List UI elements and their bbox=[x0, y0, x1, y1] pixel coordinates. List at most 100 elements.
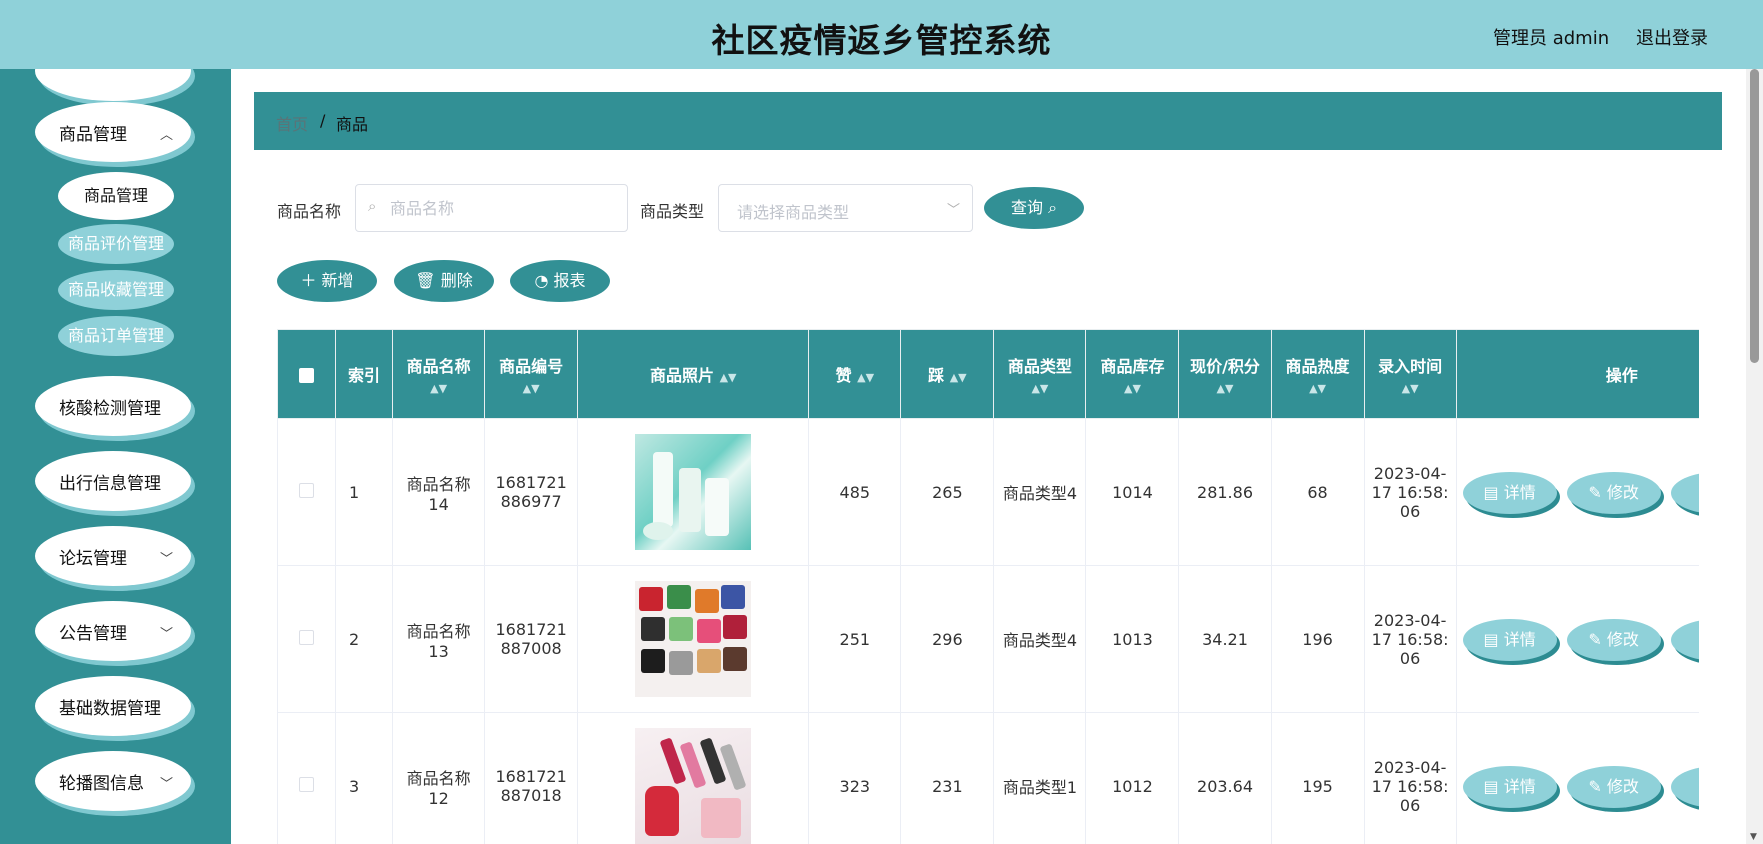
col-price[interactable]: 现价/积分 ▲▼ bbox=[1178, 329, 1272, 419]
cell-likes: 323 bbox=[808, 712, 902, 844]
col-time[interactable]: 录入时间 ▲▼ bbox=[1363, 329, 1457, 419]
scroll-down-icon[interactable]: ▼ bbox=[1750, 832, 1757, 842]
cell-goods-code: 1681721887018 bbox=[484, 712, 579, 844]
scrollbar-thumb[interactable] bbox=[1750, 69, 1759, 363]
detail-button[interactable]: ▤ 详情 bbox=[1462, 766, 1557, 808]
sort-icon: ▲▼ bbox=[430, 381, 448, 395]
cell-goods-type: 商品类型1 bbox=[993, 712, 1087, 844]
row-checkbox[interactable] bbox=[299, 776, 315, 792]
breadcrumb-home[interactable]: 首页 bbox=[276, 111, 308, 135]
cell-price: 281.86 bbox=[1178, 418, 1272, 566]
sidebar-item-nucleic-test[interactable]: 核酸检测管理 bbox=[35, 376, 191, 436]
col-likes[interactable]: 赞 ▲▼ bbox=[808, 329, 902, 419]
sidebar-item-forum[interactable]: 论坛管理 ﹀ bbox=[35, 526, 191, 586]
goods-photo[interactable] bbox=[635, 581, 752, 697]
goods-name-label: 商品名称 bbox=[277, 202, 342, 221]
sidebar-subitem-goods-order[interactable]: 商品订单管理 bbox=[58, 316, 174, 356]
sort-icon: ▲▼ bbox=[1031, 381, 1049, 395]
sort-icon: ▲▼ bbox=[857, 371, 875, 384]
cell-time: 2023-04-17 16:58:06 bbox=[1363, 565, 1457, 713]
select-all-checkbox[interactable] bbox=[277, 329, 337, 419]
cell-goods-name: 商品名称14 bbox=[392, 418, 486, 566]
page-scrollbar[interactable]: ▲ ▼ bbox=[1746, 69, 1763, 844]
document-icon: ▤ bbox=[1483, 777, 1504, 796]
sort-icon: ▲▼ bbox=[1401, 381, 1419, 395]
goods-type-select[interactable]: 请选择商品类型 ﹀ bbox=[718, 184, 973, 232]
report-button[interactable]: ◔ 报表 bbox=[510, 260, 610, 302]
table-row: 3 商品名称12 1681721887018 323 231 商品类型1 101… bbox=[277, 712, 1699, 844]
col-actions: 操作 bbox=[1455, 329, 1699, 419]
breadcrumb: 首页 / 商品 bbox=[254, 92, 1722, 150]
sidebar-item-label: 核酸检测管理 bbox=[59, 398, 161, 419]
pencil-icon: ✎ bbox=[1588, 483, 1607, 502]
detail-button[interactable]: ▤ 详情 bbox=[1462, 619, 1557, 661]
col-goods-type[interactable]: 商品类型 ▲▼ bbox=[993, 329, 1087, 419]
cell-goods-name: 商品名称12 bbox=[392, 712, 486, 844]
col-goods-name[interactable]: 商品名称 ▲▼ bbox=[392, 329, 486, 419]
cell-price: 203.64 bbox=[1178, 712, 1272, 844]
cell-time: 2023-04-17 16:58:06 bbox=[1363, 712, 1457, 844]
sidebar-subitem-goods-review[interactable]: 商品评价管理 bbox=[58, 224, 174, 264]
sort-icon: ▲▼ bbox=[719, 371, 737, 384]
cell-index: 2 bbox=[335, 565, 394, 713]
sidebar-item-hidden-top[interactable] bbox=[35, 69, 191, 101]
cell-likes: 251 bbox=[808, 565, 902, 713]
query-button[interactable]: 查询 ⌕ bbox=[984, 187, 1084, 229]
cell-dislikes: 296 bbox=[900, 565, 995, 713]
table-row: 2 商品名称13 1681721887008 251 296 商品类型4 101… bbox=[277, 565, 1699, 713]
sidebar-subitem-goods-favorite[interactable]: 商品收藏管理 bbox=[58, 270, 174, 310]
edit-button[interactable]: ✎ 修改 bbox=[1566, 472, 1661, 514]
document-icon: ▤ bbox=[1483, 630, 1504, 649]
detail-button[interactable]: ▤ 详情 bbox=[1462, 472, 1557, 514]
pencil-icon: ✎ bbox=[1588, 777, 1607, 796]
goods-photo[interactable] bbox=[635, 434, 752, 550]
breadcrumb-separator: / bbox=[320, 111, 326, 130]
sidebar-item-label: 基础数据管理 bbox=[59, 698, 161, 719]
add-button-label: 新增 bbox=[321, 271, 354, 290]
cell-time: 2023-04-17 16:58:06 bbox=[1363, 418, 1457, 566]
row-checkbox[interactable] bbox=[299, 482, 315, 498]
report-button-label: 报表 bbox=[553, 271, 586, 290]
sidebar-item-base-data[interactable]: 基础数据管理 bbox=[35, 676, 191, 736]
trash-icon: 🗑 bbox=[415, 271, 441, 290]
goods-type-label: 商品类型 bbox=[640, 202, 705, 221]
cell-likes: 485 bbox=[808, 418, 902, 566]
sidebar-item-carousel[interactable]: 轮播图信息 ﹀ bbox=[35, 751, 191, 811]
col-goods-photo[interactable]: 商品照片 ▲▼ bbox=[577, 329, 810, 419]
goods-name-field[interactable]: ⌕ bbox=[355, 184, 628, 232]
cell-stock: 1012 bbox=[1085, 712, 1180, 844]
row-checkbox[interactable] bbox=[299, 629, 315, 645]
edit-button[interactable]: ✎ 修改 bbox=[1566, 619, 1661, 661]
delete-row-button[interactable] bbox=[1670, 619, 1699, 661]
col-stock[interactable]: 商品库存 ▲▼ bbox=[1085, 329, 1180, 419]
chevron-down-icon: ﹀ bbox=[159, 777, 173, 792]
delete-row-button[interactable] bbox=[1670, 766, 1699, 808]
col-index: 索引 bbox=[335, 329, 394, 419]
cell-index: 1 bbox=[335, 418, 394, 566]
delete-row-button[interactable] bbox=[1670, 472, 1699, 514]
col-heat[interactable]: 商品热度 ▲▼ bbox=[1270, 329, 1365, 419]
delete-button[interactable]: 🗑 删除 bbox=[394, 260, 494, 302]
sidebar-item-goods[interactable]: 商品管理 ︿ bbox=[35, 102, 191, 162]
cell-goods-type: 商品类型4 bbox=[993, 565, 1087, 713]
sort-icon: ▲▼ bbox=[949, 371, 967, 384]
cell-dislikes: 231 bbox=[900, 712, 995, 844]
add-button[interactable]: ＋ 新增 bbox=[277, 260, 377, 302]
current-user[interactable]: 管理员 admin bbox=[1493, 24, 1609, 50]
col-goods-code[interactable]: 商品编号 ▲▼ bbox=[484, 329, 579, 419]
edit-button[interactable]: ✎ 修改 bbox=[1566, 766, 1661, 808]
chevron-down-icon: ﹀ bbox=[159, 627, 173, 642]
sidebar-item-notice[interactable]: 公告管理 ﹀ bbox=[35, 601, 191, 661]
goods-name-input[interactable] bbox=[390, 193, 620, 223]
sidebar-subitem-goods-manage[interactable]: 商品管理 bbox=[58, 172, 174, 220]
cell-index: 3 bbox=[335, 712, 394, 844]
sort-icon: ▲▼ bbox=[1124, 381, 1141, 395]
goods-photo[interactable] bbox=[635, 728, 752, 844]
sidebar-item-travel-info[interactable]: 出行信息管理 bbox=[35, 451, 191, 511]
cell-stock: 1013 bbox=[1085, 565, 1180, 713]
col-dislikes[interactable]: 踩 ▲▼ bbox=[900, 329, 995, 419]
chevron-down-icon: ﹀ bbox=[159, 552, 173, 567]
cell-goods-type: 商品类型4 bbox=[993, 418, 1087, 566]
logout-link[interactable]: 退出登录 bbox=[1636, 24, 1708, 50]
cell-goods-name: 商品名称13 bbox=[392, 565, 486, 713]
